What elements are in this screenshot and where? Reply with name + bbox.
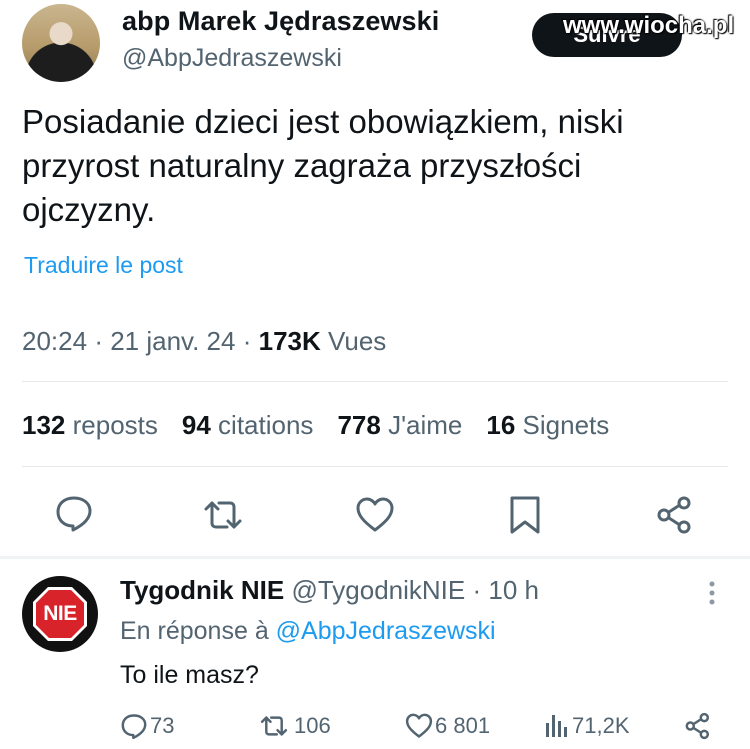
section-divider (0, 556, 750, 559)
post-meta: 20:24 · 21 janv. 24 · 173K Vues (22, 326, 386, 357)
stat-label: Signets (522, 410, 610, 440)
reply-icon[interactable] (54, 493, 94, 533)
author-avatar[interactable] (22, 4, 100, 82)
like-icon[interactable] (355, 495, 395, 535)
views-bar-chart-icon (546, 715, 567, 737)
stat-bookmarks[interactable]: 16 Signets (486, 410, 609, 441)
watermark: www.wiocha.pl (563, 12, 735, 39)
stat-count: 132 (22, 410, 66, 440)
reply-icon (121, 714, 147, 740)
stat-reposts[interactable]: 132 reposts (22, 410, 158, 441)
meta-separator: · (94, 326, 111, 356)
stat-count: 94 (181, 410, 211, 440)
author-handle[interactable]: @AbpJedraszewski (122, 44, 342, 73)
stat-label: J'aime (388, 410, 463, 440)
post-time[interactable]: 20:24 (22, 326, 87, 356)
stat-quotes[interactable]: 94 citations (182, 410, 314, 441)
reply-author-handle[interactable]: @TygodnikNIE (291, 575, 465, 605)
reply-like-action[interactable]: 6 801 (405, 708, 490, 744)
post-text: Posiadanie dzieci jest obowiązkiem, nisk… (22, 103, 624, 228)
stat-count: 778 (337, 410, 381, 440)
reply-count: 73 (150, 713, 175, 738)
reply-share-action[interactable] (684, 708, 714, 744)
author-name[interactable]: abp Marek Jędraszewski (122, 6, 439, 37)
stat-count: 16 (486, 410, 516, 440)
post-stats: 132 reposts 94 citations 778 J'aime 16 S… (22, 410, 633, 441)
bookmark-icon[interactable] (505, 495, 545, 535)
repost-count: 106 (294, 713, 331, 738)
stat-likes[interactable]: 778 J'aime (337, 410, 462, 441)
divider (22, 381, 728, 382)
nie-avatar-text: NIE (43, 602, 77, 625)
views-label: Vues (328, 326, 387, 356)
reply-author-name[interactable]: Tygodnik NIE (120, 575, 284, 605)
reply-time[interactable]: 10 h (488, 575, 539, 605)
like-icon (405, 713, 433, 738)
reply-context: En réponse à @AbpJedraszewski (120, 617, 496, 646)
stat-label: reposts (72, 410, 158, 440)
share-icon[interactable] (655, 495, 695, 535)
meta-separator: · (242, 326, 259, 356)
post-date[interactable]: 21 janv. 24 (110, 326, 235, 356)
like-count: 6 801 (435, 713, 491, 738)
repost-icon (260, 716, 288, 736)
reply-avatar[interactable]: NIE (22, 576, 98, 652)
reply-header: Tygodnik NIE @TygodnikNIE · 10 h (120, 575, 539, 606)
divider (22, 466, 728, 467)
reply-text: To ile masz? (120, 661, 259, 689)
views-count: 71,2K (572, 713, 630, 738)
reply-views-action[interactable]: 71,2K (544, 708, 630, 744)
reply-repost-action[interactable]: 106 (256, 708, 331, 744)
views-count: 173K (258, 326, 321, 356)
reply-to-handle[interactable]: @AbpJedraszewski (276, 617, 496, 645)
translate-link[interactable]: Traduire le post (24, 252, 183, 279)
share-icon (685, 712, 710, 740)
meta-separator: · (472, 575, 489, 605)
reply-prefix: En réponse à (120, 617, 269, 645)
repost-icon[interactable] (203, 495, 243, 535)
stat-label: citations (218, 410, 314, 440)
reply-reply-action[interactable]: 73 (120, 708, 174, 744)
more-options-icon[interactable] (705, 580, 719, 608)
